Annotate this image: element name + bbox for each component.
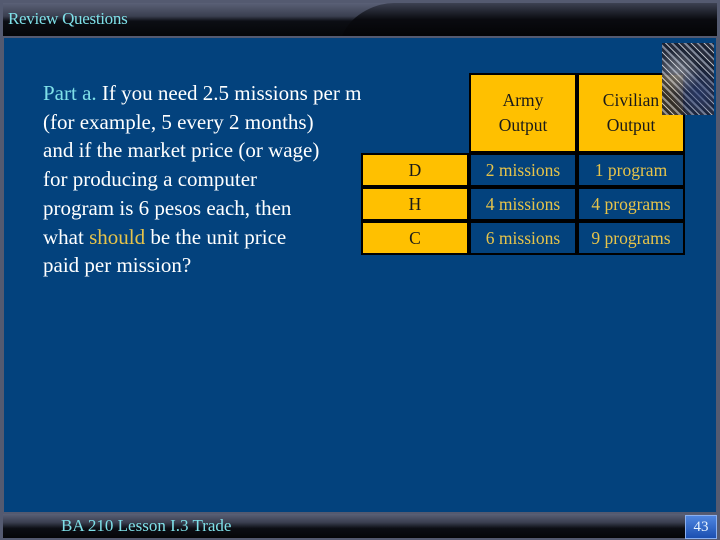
question-line-6-pre: what xyxy=(43,224,90,249)
question-line-6-post: be the unit price xyxy=(145,224,287,249)
header-army-output: Army Output xyxy=(469,73,577,153)
table-row: H 4 missions 4 programs xyxy=(361,187,685,221)
civilian-value: 4 programs xyxy=(577,187,685,221)
army-value: 2 missions xyxy=(469,153,577,187)
slide-title: Review Questions xyxy=(8,9,128,28)
part-label: Part a. xyxy=(43,81,97,105)
question-line-3: and if the market price (or wage) xyxy=(43,138,320,163)
table-corner xyxy=(361,73,469,153)
slide-footer: BA 210 Lesson I.3 Trade xyxy=(3,514,717,538)
army-value: 6 missions xyxy=(469,221,577,255)
table-row: C 6 missions 9 programs xyxy=(361,221,685,255)
table-header-row: Army Output Civilian Output xyxy=(361,73,685,153)
page-number-badge: 43 xyxy=(685,515,717,539)
question-line-1: If you need 2.5 missions per month xyxy=(96,81,399,105)
slide-header: Review Questions xyxy=(3,3,717,36)
header-decoration xyxy=(341,3,717,36)
question-line-4: for producing a computer xyxy=(43,167,258,192)
army-value: 4 missions xyxy=(469,187,577,221)
question-line-5: program is 6 pesos each, then xyxy=(43,195,292,220)
row-label: D xyxy=(361,153,469,187)
production-table: Army Output Civilian Output D 2 missions 1… xyxy=(361,73,685,255)
table-row: D 2 missions 1 program xyxy=(361,153,685,187)
row-label: H xyxy=(361,187,469,221)
row-label: C xyxy=(361,221,469,255)
photo-overlay xyxy=(662,43,714,115)
footer-text: BA 210 Lesson I.3 Trade xyxy=(61,516,232,535)
civilian-value: 1 program xyxy=(577,153,685,187)
highlight-word: should xyxy=(89,224,146,249)
question-line-7: paid per mission? xyxy=(43,253,192,278)
question-line-2: (for example, 5 every 2 months) xyxy=(43,109,314,134)
civilian-value: 9 programs xyxy=(577,221,685,255)
